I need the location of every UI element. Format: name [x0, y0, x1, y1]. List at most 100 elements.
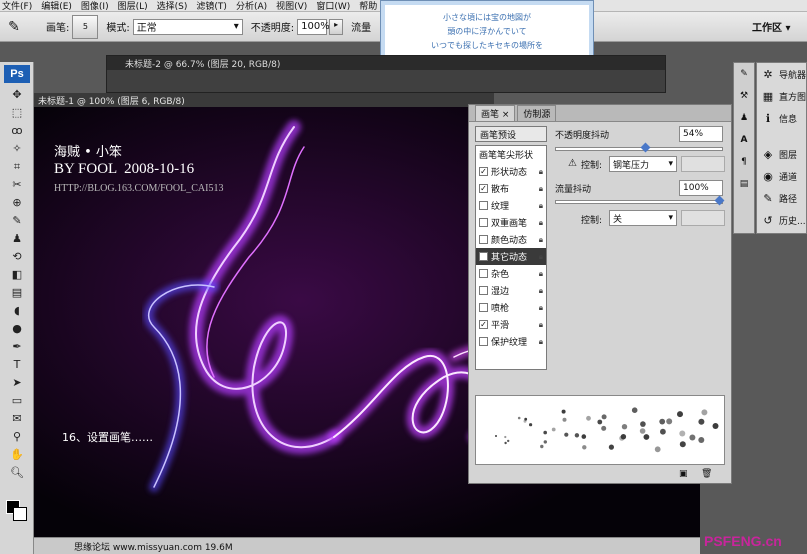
flow-jitter-input[interactable]: 100%: [679, 180, 723, 196]
brush-setting-item[interactable]: 颜色动态 🔒︎: [476, 231, 546, 248]
opacity-jitter-input[interactable]: 54%: [679, 126, 723, 142]
checkbox[interactable]: [479, 337, 488, 346]
brush-setting-item[interactable]: ✓ 其它动态 🔒︎: [476, 248, 546, 265]
workspace-menu[interactable]: 工作区 ▾: [752, 19, 791, 34]
checkbox[interactable]: ✓: [479, 167, 488, 176]
lock-icon[interactable]: 🔒︎: [539, 218, 543, 228]
checkbox[interactable]: ✓: [479, 252, 488, 261]
lock-icon[interactable]: 🔒︎: [539, 286, 543, 296]
checkbox[interactable]: [479, 303, 488, 312]
crop-tool-icon[interactable]: ⌗: [7, 158, 27, 175]
hand-tool-icon[interactable]: ✋: [7, 446, 27, 463]
lasso-tool-icon[interactable]: ꝏ: [7, 122, 27, 139]
menu-item[interactable]: 分析(A): [236, 0, 267, 12]
layer-comps-icon[interactable]: ▤: [734, 173, 754, 195]
dock-panel-6[interactable]: ↺ 历史...: [757, 209, 806, 231]
dodge-tool-icon[interactable]: ●: [7, 320, 27, 337]
menu-item[interactable]: 选择(S): [157, 0, 188, 12]
opacity-jitter-slider[interactable]: [555, 142, 723, 153]
tab-brush[interactable]: 画笔 ×: [475, 105, 516, 121]
dock-panel-1[interactable]: ▦ 直方图: [757, 85, 806, 107]
checkbox[interactable]: [479, 218, 488, 227]
document-window-2[interactable]: 未标题-2 @ 66.7% (图层 20, RGB/8): [106, 55, 666, 93]
lock-icon[interactable]: 🔒︎: [539, 303, 543, 313]
path-select-icon[interactable]: ➤: [7, 374, 27, 391]
dock-panel-4[interactable]: ◉ 通道: [757, 165, 806, 187]
checkbox[interactable]: ✓: [479, 184, 488, 193]
brush-tool-icon[interactable]: ✎: [0, 19, 28, 35]
flow-jitter-slider[interactable]: [555, 195, 725, 206]
marquee-tool-icon[interactable]: ⬚: [7, 104, 27, 121]
clone-source-icon[interactable]: ♟: [734, 107, 754, 129]
blur-tool-icon[interactable]: ◖: [7, 302, 27, 319]
dock-panel-2[interactable]: ℹ 信息: [757, 107, 806, 129]
character-icon[interactable]: A: [734, 129, 754, 151]
trash-icon[interactable]: 🗑︎: [701, 469, 712, 479]
document-1-title[interactable]: 未标题-1 @ 100% (图层 6, RGB/8): [34, 93, 494, 107]
document-2-title[interactable]: 未标题-2 @ 66.7% (图层 20, RGB/8): [107, 56, 665, 70]
paragraph-icon[interactable]: ¶: [734, 151, 754, 173]
mode-select[interactable]: 正常 ▾: [132, 18, 243, 35]
control-select-2[interactable]: 关 ▾: [609, 210, 677, 226]
menu-item[interactable]: 编辑(E): [41, 0, 72, 12]
brush-setting-item[interactable]: 纹理 🔒︎: [476, 197, 546, 214]
menu-item[interactable]: 图像(I): [81, 0, 109, 12]
pen-tool-icon[interactable]: ✒: [7, 338, 27, 355]
checkbox[interactable]: [479, 286, 488, 295]
background-color-swatch[interactable]: [13, 507, 27, 521]
opacity-jitter-thumb[interactable]: [640, 142, 651, 153]
brush-setting-item[interactable]: 湿边 🔒︎: [476, 282, 546, 299]
move-tool-icon[interactable]: ✥: [7, 86, 27, 103]
brush-setting-item[interactable]: ✓ 形状动态 🔒︎: [476, 163, 546, 180]
notes-tool-icon[interactable]: ✉: [7, 410, 27, 427]
healing-tool-icon[interactable]: ⊕: [7, 194, 27, 211]
brush-setting-item[interactable]: 喷枪 🔒︎: [476, 299, 546, 316]
flow-jitter-thumb[interactable]: [714, 195, 725, 206]
brush-setting-item[interactable]: 保护纹理 🔒︎: [476, 333, 546, 350]
checkbox[interactable]: ✓: [479, 320, 488, 329]
eyedropper-icon[interactable]: ⚲: [7, 428, 27, 445]
lock-icon[interactable]: 🔒︎: [539, 184, 543, 194]
checkbox[interactable]: [479, 235, 488, 244]
brush-setting-item[interactable]: 画笔笔尖形状: [476, 146, 546, 163]
brush-picker[interactable]: 5: [72, 14, 99, 39]
tool-presets-icon[interactable]: ⚒: [734, 85, 754, 107]
dock-panel-5[interactable]: ✎ 路径: [757, 187, 806, 209]
menu-item[interactable]: 滤镜(T): [196, 0, 227, 12]
lock-icon[interactable]: 🔒︎: [539, 252, 543, 262]
stamp-tool-icon[interactable]: ♟: [7, 230, 27, 247]
tab-clone-source[interactable]: 仿制源: [517, 105, 557, 121]
checkbox[interactable]: [479, 201, 488, 210]
lock-icon[interactable]: 🔒︎: [539, 235, 543, 245]
brush-setting-item[interactable]: ✓ 平滑 🔒︎: [476, 316, 546, 333]
lock-icon[interactable]: 🔒︎: [539, 201, 543, 211]
opacity-input[interactable]: 100%: [297, 18, 330, 35]
brush-setting-item[interactable]: 杂色 🔒︎: [476, 265, 546, 282]
zoom-tool-icon[interactable]: 🔍︎: [7, 464, 27, 481]
brush-panel-icon[interactable]: ✎: [734, 63, 754, 85]
dock-panel-0[interactable]: ✲ 导航器: [757, 63, 806, 85]
menu-item[interactable]: 图层(L): [118, 0, 148, 12]
lock-icon[interactable]: 🔒︎: [539, 167, 543, 177]
eraser-tool-icon[interactable]: ◧: [7, 266, 27, 283]
lock-icon[interactable]: 🔒︎: [539, 337, 543, 347]
history-brush-icon[interactable]: ⟲: [7, 248, 27, 265]
brush-setting-item[interactable]: ✓ 散布 🔒︎: [476, 180, 546, 197]
opacity-slider-button[interactable]: ▸: [329, 18, 344, 35]
menu-item[interactable]: 文件(F): [2, 0, 32, 12]
brush-tool-icon[interactable]: ✎: [7, 212, 27, 229]
checkbox[interactable]: [479, 269, 488, 278]
menu-item[interactable]: 帮助: [359, 0, 377, 12]
brush-presets-button[interactable]: 画笔预设: [475, 126, 547, 142]
brush-setting-item[interactable]: 双重画笔 🔒︎: [476, 214, 546, 231]
lock-icon[interactable]: 🔒︎: [539, 269, 543, 279]
shape-tool-icon[interactable]: ▭: [7, 392, 27, 409]
type-tool-icon[interactable]: T: [7, 356, 27, 373]
new-brush-icon[interactable]: ▣: [679, 469, 688, 479]
control-select-1[interactable]: 钢笔压力 ▾: [609, 156, 677, 172]
lock-icon[interactable]: 🔒︎: [539, 320, 543, 330]
magic-wand-icon[interactable]: ✧: [7, 140, 27, 157]
gradient-tool-icon[interactable]: ▤: [7, 284, 27, 301]
slice-tool-icon[interactable]: ✂: [7, 176, 27, 193]
menu-item[interactable]: 窗口(W): [316, 0, 350, 12]
